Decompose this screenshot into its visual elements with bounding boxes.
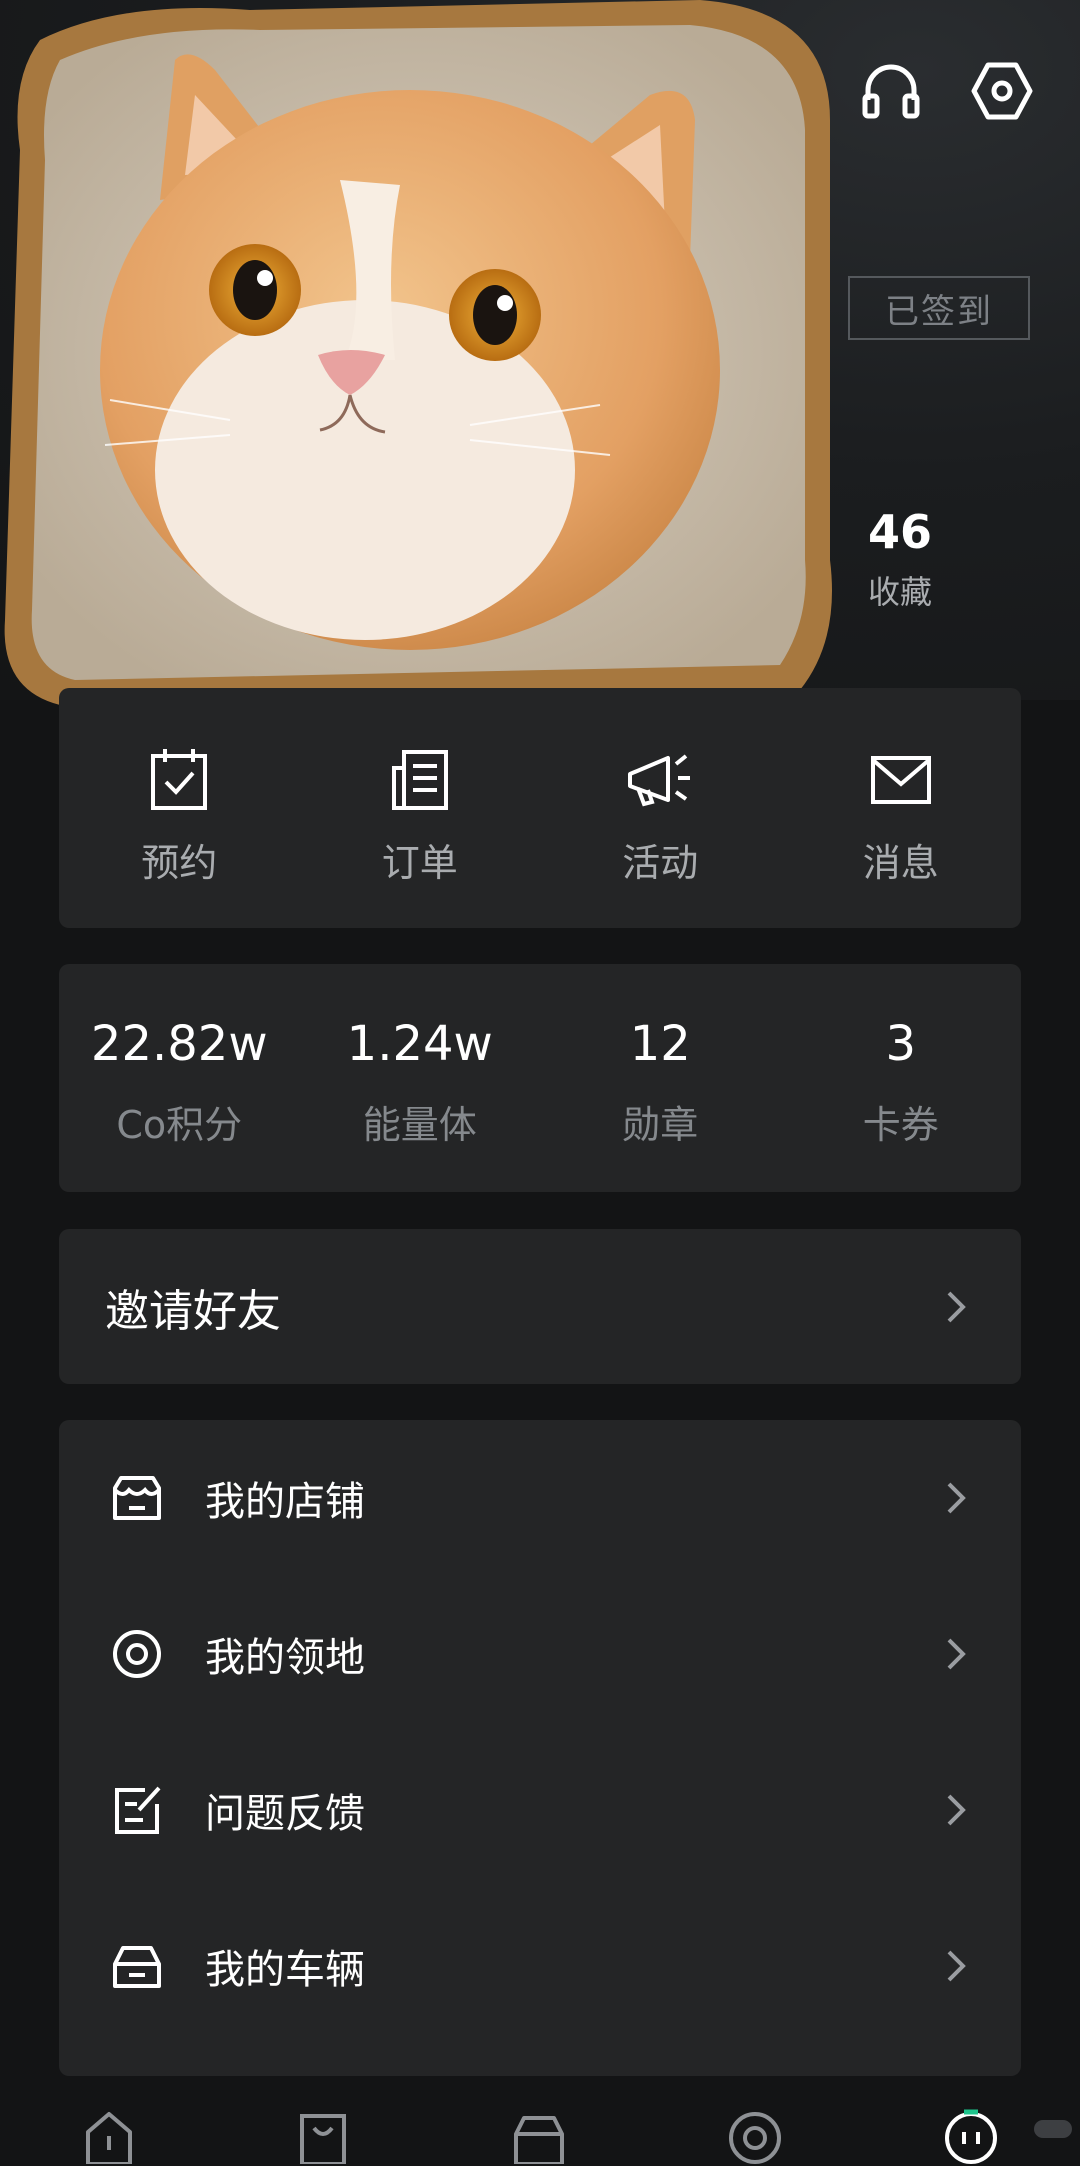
stat-label: 卡券 [862,1103,939,1147]
favorites-counter[interactable]: 46 收藏 [842,505,958,613]
invite-friends-row[interactable]: 邀请好友 [59,1229,1021,1384]
chevron-right-icon [947,1950,966,1982]
stat-value: 3 [885,1016,917,1072]
chevron-right-icon [947,1482,966,1514]
tab-profile[interactable] [936,2106,1006,2166]
tab-vehicle[interactable] [504,2106,574,2166]
menu-item-label: 我的店铺 [205,1479,365,1525]
stat-label: Co积分 [116,1103,243,1147]
tab-discover[interactable] [720,2106,790,2166]
menu-item-feedback[interactable]: 问题反馈 [59,1732,1021,1888]
menu-item-label: 我的领地 [205,1635,365,1681]
chevron-right-icon [947,1794,966,1826]
menu-item-my-store[interactable]: 我的店铺 [59,1420,1021,1576]
store-icon [113,1476,161,1520]
shop-bag-icon [300,2114,346,2164]
chevron-right-icon [947,1291,966,1322]
car-icon [514,2116,564,2164]
stat-value: 12 [629,1016,691,1072]
discover-icon [729,2112,781,2164]
menu-item-my-territory[interactable]: 我的领地 [59,1576,1021,1732]
invite-friends-label: 邀请好友 [105,1285,281,1337]
menu-item-label: 我的车辆 [205,1947,365,1993]
settings-hexagon-icon [971,62,1033,120]
stats-card: 22.82w Co积分 1.24w 能量体 12 勋章 3 卡券 [59,964,1021,1192]
stat-energy[interactable]: 1.24w 能量体 [300,964,541,1192]
quick-action-label: 预约 [141,841,218,885]
tab-shop[interactable] [288,2106,358,2166]
customer-service-button[interactable] [851,51,931,131]
stat-value: 22.82w [90,1016,268,1072]
chevron-right-icon [947,1638,966,1670]
calendar-check-icon [151,749,208,810]
stat-label: 能量体 [362,1103,477,1147]
stat-value: 1.24w [346,1016,493,1072]
stat-label: 勋章 [622,1103,699,1147]
bottom-tab-bar [0,2086,1080,2164]
quick-action-orders[interactable]: 订单 [300,688,541,928]
menu-item-label: 问题反馈 [205,1791,365,1837]
tab-home[interactable] [74,2106,144,2166]
car-icon [113,1946,161,1988]
avatar[interactable] [0,0,860,710]
quick-action-label: 订单 [381,841,458,885]
feedback-icon [115,1786,161,1834]
target-icon [113,1630,161,1678]
stat-points[interactable]: 22.82w Co积分 [59,964,300,1192]
quick-action-events[interactable]: 活动 [540,688,781,928]
favorites-count: 46 [867,505,932,559]
home-icon [86,2112,132,2164]
quick-action-label: 消息 [862,841,939,885]
settings-button[interactable] [962,51,1042,131]
quick-action-messages[interactable]: 消息 [781,688,1022,928]
headphones-icon [862,64,920,119]
quick-action-label: 活动 [622,841,699,885]
mail-icon [870,756,931,804]
quick-actions-card: 预约 订单 活动 消息 [59,688,1021,928]
stat-coupons[interactable]: 3 卡券 [781,964,1022,1192]
document-icon [391,750,448,810]
profile-icon [945,2109,997,2164]
favorites-label: 收藏 [867,573,932,611]
quick-action-booking[interactable]: 预约 [59,688,300,928]
menu-item-my-vehicles[interactable]: 我的车辆 [59,1888,1021,2044]
menu-list-card: 我的店铺 我的领地 问题反馈 我的车辆 [59,1420,1021,2076]
watermark-badge [1034,2120,1072,2138]
megaphone-icon [628,754,691,807]
stat-medals[interactable]: 12 勋章 [540,964,781,1192]
checkin-button[interactable]: 已签到 [848,276,1030,340]
